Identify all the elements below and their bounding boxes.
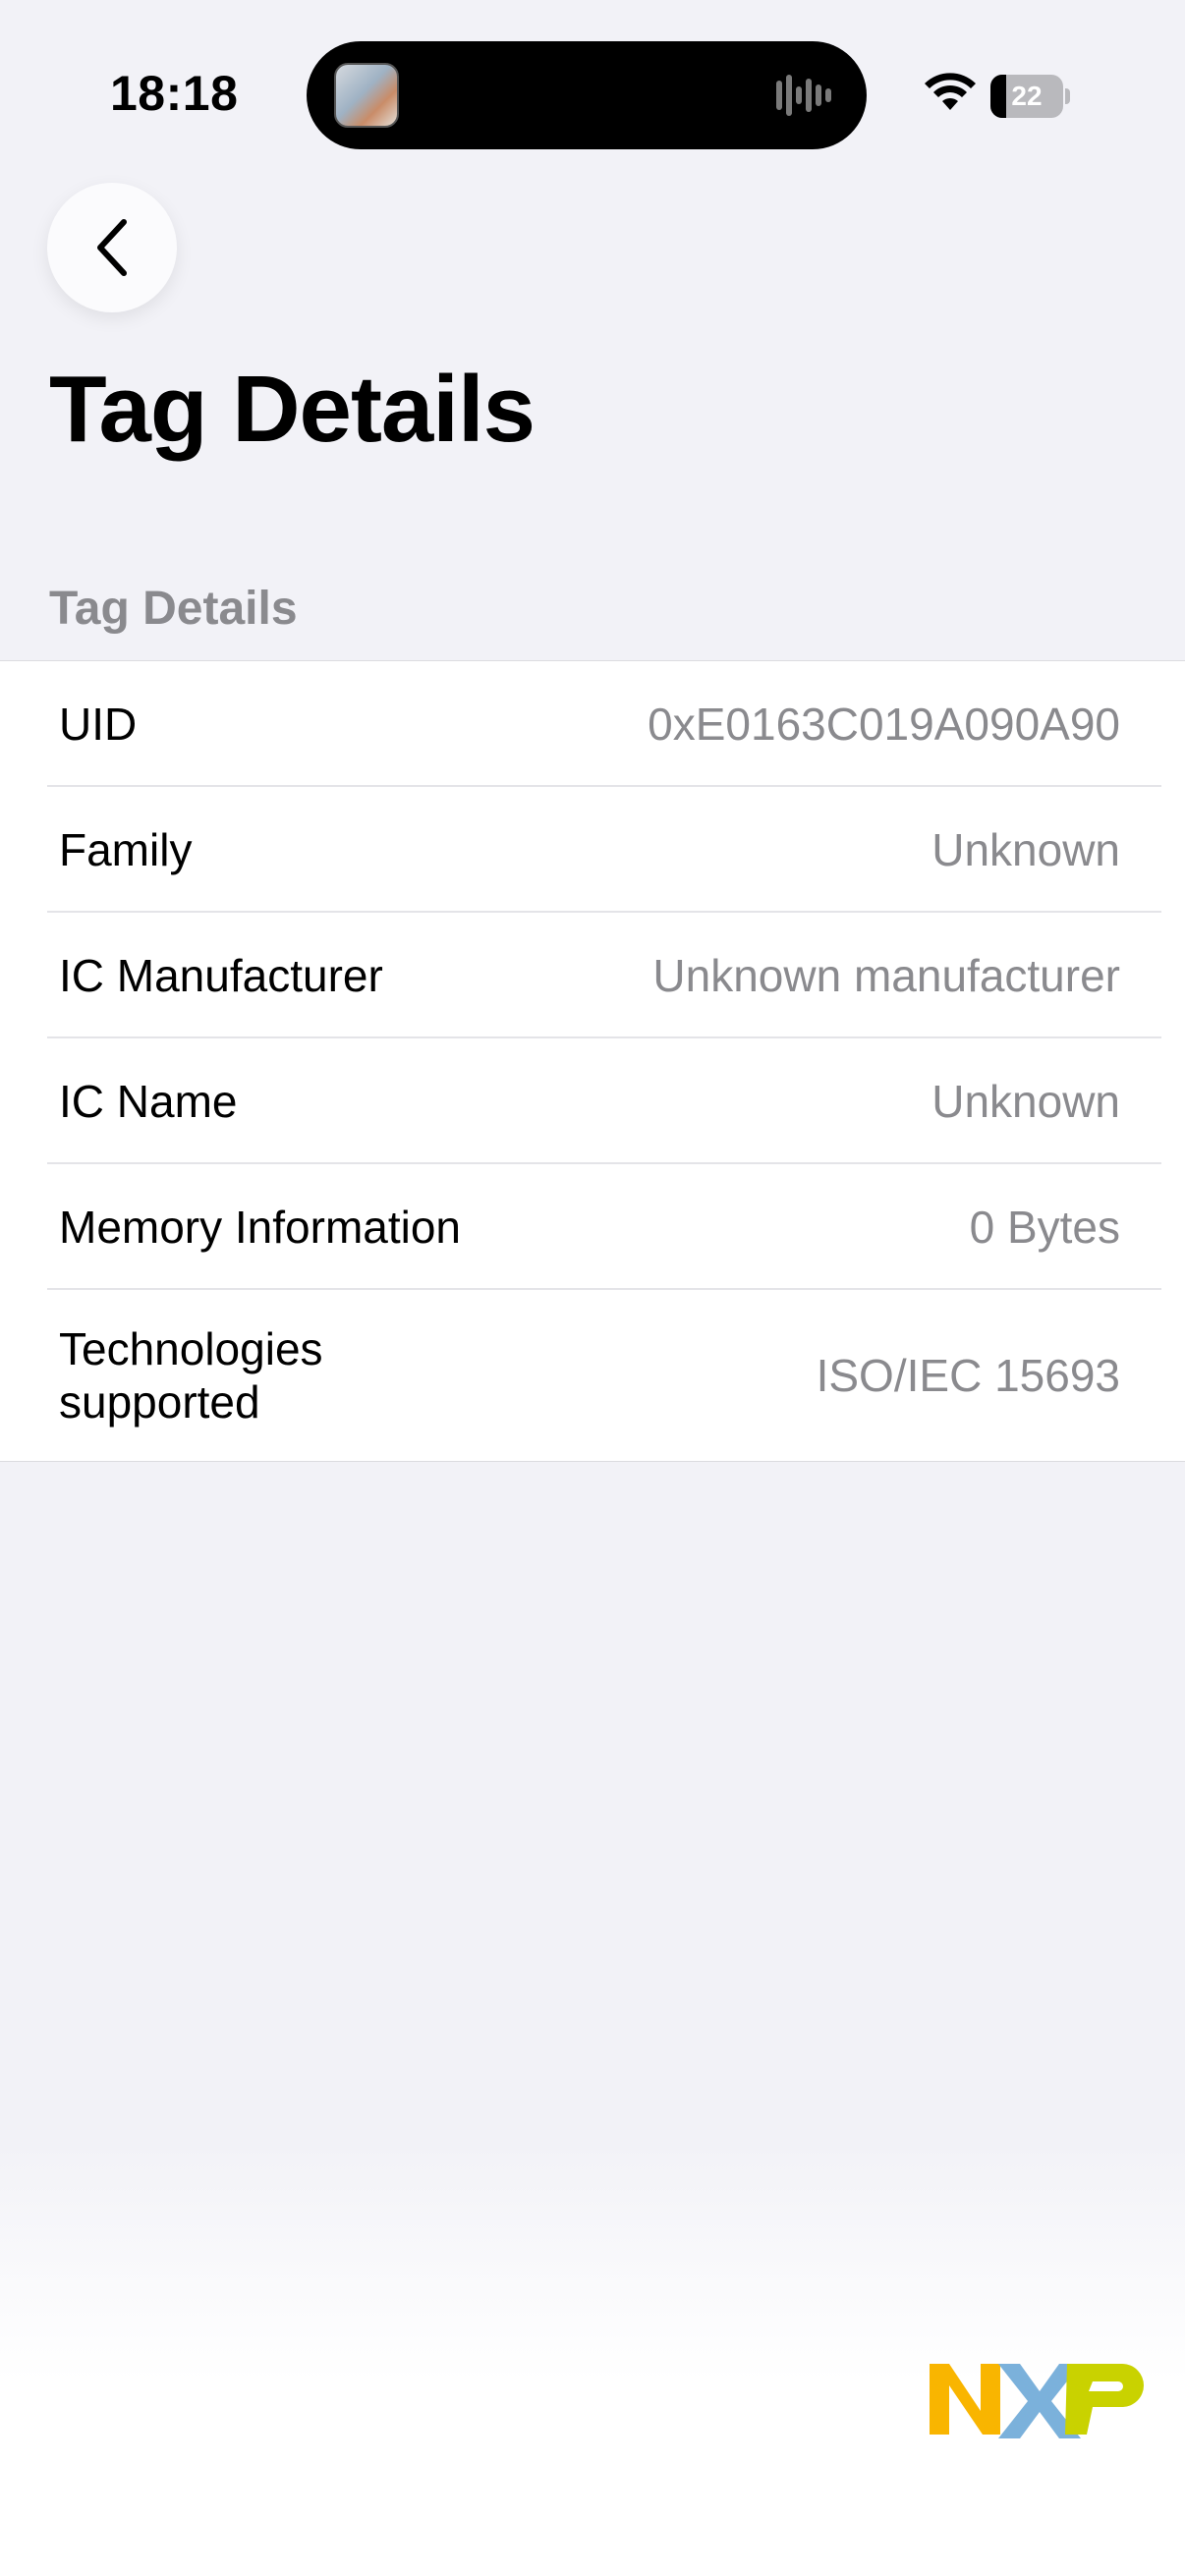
chevron-left-icon <box>97 219 127 276</box>
battery-level: 22 <box>1011 81 1043 111</box>
detail-label: UID <box>59 699 138 750</box>
detail-row-family: Family Unknown <box>0 787 1185 913</box>
audio-waveform-icon <box>776 75 831 116</box>
detail-label: Family <box>59 824 193 875</box>
details-list: UID 0xE0163C019A090A90 Family Unknown IC… <box>0 660 1185 1462</box>
page-title: Tag Details <box>49 357 536 462</box>
battery-icon: 22 <box>990 75 1070 118</box>
detail-value: 0 Bytes <box>969 1202 1120 1253</box>
detail-value: Unknown manufacturer <box>652 950 1120 1001</box>
detail-value: Unknown <box>931 824 1120 875</box>
section-header: Tag Details <box>49 583 298 635</box>
back-button[interactable] <box>47 183 177 312</box>
detail-value: 0xE0163C019A090A90 <box>648 699 1120 750</box>
nxp-logo-p <box>1065 2364 1144 2435</box>
detail-label: Memory Information <box>59 1202 462 1253</box>
detail-row-technologies-supported: Technologies supported ISO/IEC 15693 <box>0 1290 1185 1461</box>
dynamic-island[interactable] <box>307 41 867 149</box>
now-playing-thumbnail[interactable] <box>334 63 399 128</box>
detail-row-ic-name: IC Name Unknown <box>0 1038 1185 1164</box>
wifi-icon <box>925 73 976 110</box>
detail-value: ISO/IEC 15693 <box>816 1350 1120 1401</box>
battery-cap <box>1065 88 1070 104</box>
detail-label: IC Manufacturer <box>59 950 383 1001</box>
status-time: 18:18 <box>110 66 239 121</box>
detail-row-uid: UID 0xE0163C019A090A90 <box>0 661 1185 787</box>
detail-row-memory-information: Memory Information 0 Bytes <box>0 1164 1185 1290</box>
detail-value: Unknown <box>931 1076 1120 1127</box>
nxp-logo-n <box>930 2364 1000 2435</box>
detail-label: Technologies supported <box>59 1323 323 1428</box>
nxp-logo <box>930 2364 1144 2438</box>
detail-row-ic-manufacturer: IC Manufacturer Unknown manufacturer <box>0 913 1185 1038</box>
detail-label: IC Name <box>59 1076 238 1127</box>
